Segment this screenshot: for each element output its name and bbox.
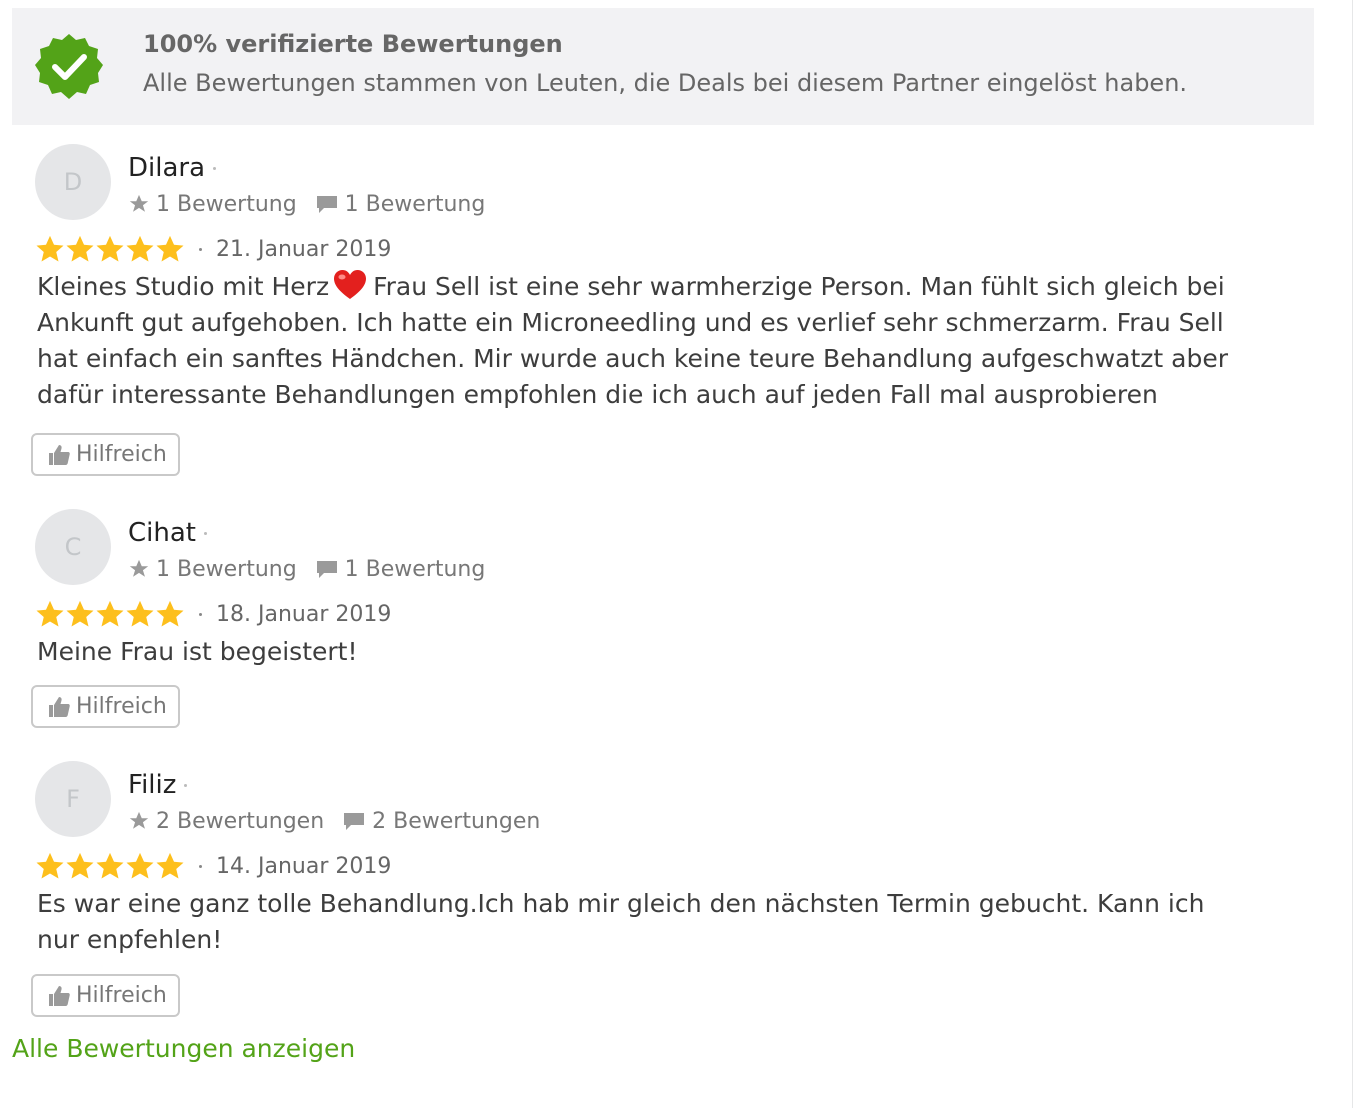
rating-star-icon <box>126 852 154 879</box>
rating-star-icon <box>96 600 124 627</box>
review-text: Kleines Studio mit Herz Frau Sell ist ein… <box>37 269 1247 413</box>
comment-icon <box>316 561 337 578</box>
star-rating <box>35 234 185 264</box>
rating-row: 14. Januar 2019 <box>35 850 391 882</box>
heart-emoji-icon <box>334 270 367 299</box>
rating-star-icon <box>36 600 64 627</box>
star-icon <box>129 811 149 829</box>
avatar: D <box>35 144 111 220</box>
rating-star-icon <box>66 235 94 262</box>
rating-star-icon <box>66 852 94 879</box>
reviews-count: 1 Bewertung <box>315 192 485 217</box>
reviewer-stats: 1 Bewertung 1 Bewertung <box>128 555 485 583</box>
rating-star-icon <box>156 235 184 262</box>
reviewer-stats: 2 Bewertungen 2 Bewertungen <box>128 807 540 835</box>
rating-star-icon <box>96 235 124 262</box>
banner-description: Alle Bewertungen stammen von Leuten, die… <box>143 69 1188 97</box>
reviewer-stats: 1 Bewertung 1 Bewertung <box>128 190 485 218</box>
ratings-count: 2 Bewertungen <box>128 809 324 834</box>
star-rating <box>35 599 185 629</box>
helpful-button[interactable]: Hilfreich <box>31 974 180 1017</box>
reviewer-name: Dilara <box>128 153 217 183</box>
rating-row: 18. Januar 2019 <box>35 598 391 630</box>
reviewer-name: Cihat <box>128 518 207 548</box>
rating-star-icon <box>96 852 124 879</box>
reviews-count: 1 Bewertung <box>315 557 485 582</box>
rating-star-icon <box>156 852 184 879</box>
rating-star-icon <box>126 235 154 262</box>
review-date: 14. Januar 2019 <box>216 853 392 879</box>
review-text: Meine Frau ist begeistert! <box>37 637 358 666</box>
star-rating <box>35 851 185 881</box>
banner-title: 100% verifizierte Bewertungen <box>143 30 563 58</box>
reviewer-name: Filiz <box>128 770 188 800</box>
avatar: C <box>35 509 111 585</box>
review-date: 18. Januar 2019 <box>216 601 392 627</box>
star-icon <box>129 559 149 577</box>
helpful-button[interactable]: Hilfreich <box>31 433 180 476</box>
comment-icon <box>316 196 337 213</box>
rating-star-icon <box>156 600 184 627</box>
review-date: 21. Januar 2019 <box>216 236 392 262</box>
thumbs-up-icon <box>49 696 70 717</box>
thumbs-up-icon <box>49 444 70 465</box>
page-right-border <box>1352 0 1353 1108</box>
rating-row: 21. Januar 2019 <box>35 233 391 265</box>
thumbs-up-icon <box>49 985 70 1006</box>
rating-star-icon <box>36 852 64 879</box>
review-text: Es war eine ganz tolle Behandlung.Ich ha… <box>37 889 1205 954</box>
rating-star-icon <box>126 600 154 627</box>
ratings-count: 1 Bewertung <box>128 192 297 217</box>
reviews-count: 2 Bewertungen <box>342 809 540 834</box>
show-all-reviews-link[interactable]: Alle Bewertungen anzeigen <box>12 1034 355 1063</box>
verified-check-badge-icon <box>35 34 103 99</box>
ratings-count: 1 Bewertung <box>128 557 297 582</box>
helpful-button[interactable]: Hilfreich <box>31 685 180 728</box>
verified-reviews-banner: 100% verifizierte Bewertungen Alle Bewer… <box>12 8 1314 125</box>
avatar: F <box>35 761 111 837</box>
rating-star-icon <box>66 600 94 627</box>
star-icon <box>129 194 149 212</box>
rating-star-icon <box>36 235 64 262</box>
comment-icon <box>344 813 365 830</box>
